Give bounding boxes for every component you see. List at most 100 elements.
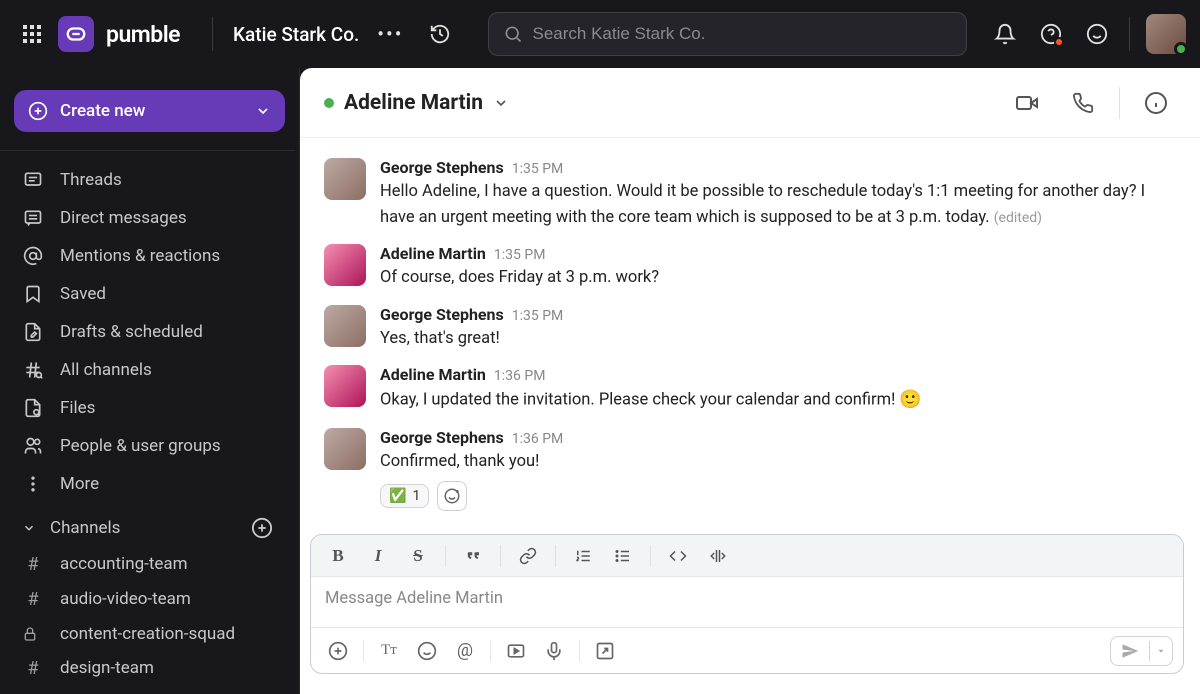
nav-item-draft[interactable]: Drafts & scheduled bbox=[0, 313, 295, 351]
bullet-list-icon[interactable] bbox=[606, 541, 640, 571]
send-button[interactable] bbox=[1110, 636, 1173, 666]
help-icon[interactable] bbox=[1031, 14, 1071, 54]
channel-item[interactable]: #design-team bbox=[0, 651, 295, 686]
message-avatar[interactable] bbox=[324, 305, 366, 347]
chat-title-button[interactable]: Adeline Martin bbox=[324, 91, 509, 115]
chevron-down-icon bbox=[255, 103, 271, 119]
video-clip-icon[interactable] bbox=[499, 635, 533, 667]
message-avatar[interactable] bbox=[324, 158, 366, 200]
nav-item-label: Drafts & scheduled bbox=[60, 322, 203, 342]
reaction-count: 1 bbox=[412, 488, 420, 504]
message-author[interactable]: George Stephens bbox=[380, 428, 504, 447]
ordered-list-icon[interactable] bbox=[566, 541, 600, 571]
italic-icon[interactable]: I bbox=[361, 541, 395, 571]
add-reaction-icon[interactable] bbox=[437, 481, 467, 511]
apps-grid-icon[interactable] bbox=[14, 16, 50, 52]
nav-item-channels[interactable]: All channels bbox=[0, 351, 295, 389]
emoji-reactions-icon[interactable] bbox=[1077, 14, 1117, 54]
message-author[interactable]: Adeline Martin bbox=[380, 365, 486, 384]
search-input[interactable] bbox=[533, 24, 953, 44]
message-text: Yes, that's great! bbox=[380, 326, 1176, 352]
emoji-picker-icon[interactable] bbox=[410, 635, 444, 667]
workspace-name[interactable]: Katie Stark Co. bbox=[233, 23, 359, 46]
channel-item[interactable]: #dev-team bbox=[0, 686, 295, 694]
message-author[interactable]: George Stephens bbox=[380, 305, 504, 324]
nav-item-mention[interactable]: Mentions & reactions bbox=[0, 237, 295, 275]
nav-item-more[interactable]: More bbox=[0, 465, 295, 503]
attach-icon[interactable] bbox=[321, 635, 355, 667]
text-format-icon[interactable]: Tт bbox=[372, 635, 406, 667]
create-label: Create new bbox=[60, 101, 145, 121]
create-new-button[interactable]: Create new bbox=[14, 90, 285, 132]
edited-label: (edited) bbox=[994, 210, 1042, 226]
message-text: Of course, does Friday at 3 p.m. work? bbox=[380, 265, 1176, 291]
app-brand: pumble bbox=[106, 21, 180, 48]
channel-name: content-creation-squad bbox=[60, 624, 235, 644]
draft-icon bbox=[22, 321, 44, 343]
user-avatar[interactable] bbox=[1146, 14, 1186, 54]
quote-icon[interactable] bbox=[456, 541, 490, 571]
people-icon bbox=[22, 435, 44, 457]
nav-item-label: People & user groups bbox=[60, 436, 221, 456]
mention-icon[interactable]: @ bbox=[448, 635, 482, 667]
message-author[interactable]: Adeline Martin bbox=[380, 244, 486, 263]
code-icon[interactable] bbox=[661, 541, 695, 571]
nav-item-files[interactable]: Files bbox=[0, 389, 295, 427]
message-time: 1:35 PM bbox=[512, 308, 564, 324]
threads-icon bbox=[22, 169, 44, 191]
message-author[interactable]: George Stephens bbox=[380, 158, 504, 177]
reaction-pill[interactable]: ✅1 bbox=[380, 484, 429, 508]
nav-item-threads[interactable]: Threads bbox=[0, 161, 295, 199]
files-icon bbox=[22, 397, 44, 419]
bookmark-icon bbox=[22, 283, 44, 305]
search-icon bbox=[503, 24, 523, 44]
message-avatar[interactable] bbox=[324, 428, 366, 470]
message-time: 1:36 PM bbox=[494, 368, 546, 384]
code-block-icon[interactable] bbox=[701, 541, 735, 571]
nav-item-label: Saved bbox=[60, 284, 106, 304]
divider bbox=[445, 545, 446, 567]
channels-section-header[interactable]: Channels bbox=[0, 503, 295, 547]
workspace-menu-icon[interactable]: ••• bbox=[377, 22, 403, 46]
chevron-down-icon bbox=[22, 521, 36, 535]
voice-call-icon[interactable] bbox=[1063, 83, 1103, 123]
lock-icon bbox=[22, 626, 44, 642]
search-bar[interactable] bbox=[488, 12, 968, 56]
channel-item[interactable]: #accounting-team bbox=[0, 547, 295, 582]
sidebar-scroll[interactable]: Threads Direct messages Mentions & reactio… bbox=[0, 150, 299, 694]
shortcut-icon[interactable] bbox=[588, 635, 622, 667]
channels-label: Channels bbox=[50, 518, 120, 538]
history-icon[interactable] bbox=[422, 16, 458, 52]
chat-info-icon[interactable] bbox=[1136, 83, 1176, 123]
nav-item-bookmark[interactable]: Saved bbox=[0, 275, 295, 313]
message-time: 1:36 PM bbox=[512, 431, 564, 447]
composer-toolbar: B I S bbox=[311, 535, 1183, 577]
video-call-icon[interactable] bbox=[1007, 83, 1047, 123]
channel-item[interactable]: #audio-video-team bbox=[0, 582, 295, 617]
sidebar: Create new Threads Direct messages Mention… bbox=[0, 68, 300, 694]
message-avatar[interactable] bbox=[324, 244, 366, 286]
divider bbox=[363, 640, 364, 662]
composer-bottom-toolbar: Tт @ bbox=[311, 627, 1183, 673]
channel-item[interactable]: content-creation-squad bbox=[0, 617, 295, 651]
message-avatar[interactable] bbox=[324, 365, 366, 407]
message-list[interactable]: George Stephens1:35 PMHello Adeline, I h… bbox=[300, 138, 1200, 534]
chat-header: Adeline Martin bbox=[300, 68, 1200, 138]
notifications-icon[interactable] bbox=[985, 14, 1025, 54]
link-icon[interactable] bbox=[511, 541, 545, 571]
message-input[interactable]: Message Adeline Martin bbox=[311, 577, 1183, 627]
nav-item-people[interactable]: People & user groups bbox=[0, 427, 295, 465]
presence-online-icon bbox=[324, 98, 334, 108]
add-channel-icon[interactable] bbox=[251, 517, 273, 539]
nav-item-label: More bbox=[60, 474, 99, 494]
message: George Stephens 1:35 PM Yes, that's great! bbox=[300, 299, 1200, 360]
bold-icon[interactable]: B bbox=[321, 541, 355, 571]
message: George Stephens1:35 PMHello Adeline, I h… bbox=[300, 152, 1200, 238]
message: Adeline Martin1:35 PMOf course, does Fri… bbox=[300, 238, 1200, 299]
strike-icon[interactable]: S bbox=[401, 541, 435, 571]
send-options-caret-icon[interactable] bbox=[1149, 641, 1172, 661]
audio-record-icon[interactable] bbox=[537, 635, 571, 667]
nav-item-dm[interactable]: Direct messages bbox=[0, 199, 295, 237]
nav-item-label: Direct messages bbox=[60, 208, 187, 228]
app-logo-icon[interactable] bbox=[58, 16, 94, 52]
